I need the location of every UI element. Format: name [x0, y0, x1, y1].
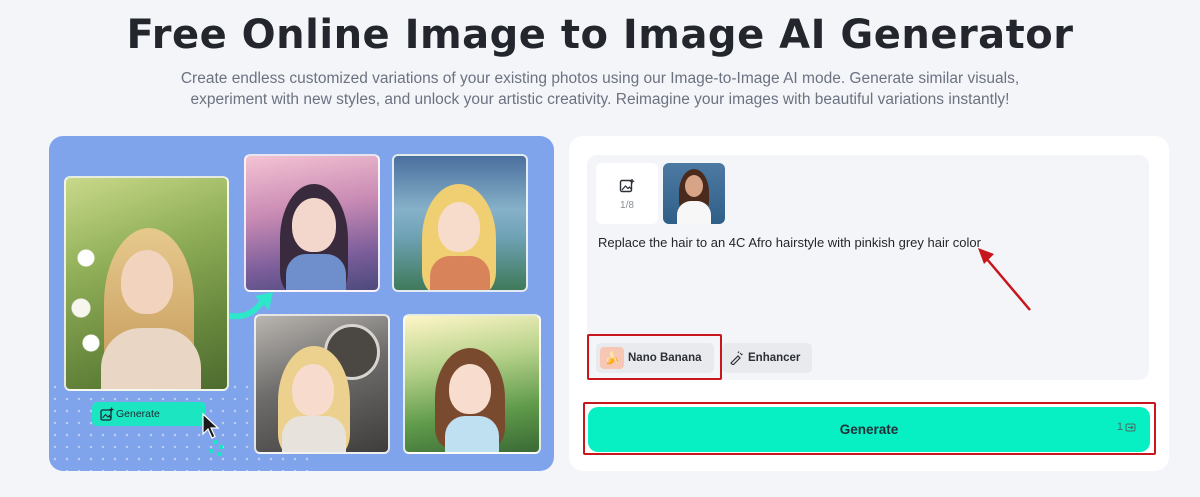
enhancer-chip-label: Enhancer	[748, 352, 801, 364]
showcase-panel: Generate	[49, 136, 554, 471]
enhancer-icon	[730, 351, 743, 365]
prompt-input[interactable]: Replace the hair to an 4C Afro hairstyle…	[598, 235, 981, 250]
result-image-2	[392, 154, 528, 292]
image-upload-icon	[619, 179, 635, 193]
page-subtitle: Create endless customized variations of …	[180, 70, 1020, 108]
demo-generate-label: Generate	[116, 408, 160, 420]
model-highlight-box	[587, 334, 722, 380]
result-image-1	[244, 154, 380, 292]
generate-highlight-box	[583, 402, 1156, 455]
source-image	[64, 176, 229, 391]
result-image-4	[403, 314, 541, 454]
cursor-icon	[202, 412, 223, 456]
page-title: Free Online Image to Image AI Generator	[126, 12, 1074, 58]
upload-image-button[interactable]: 1/8	[596, 163, 658, 224]
image-add-icon	[100, 407, 114, 421]
red-annotation-arrow-icon	[978, 248, 1031, 311]
enhancer-chip[interactable]: Enhancer	[722, 343, 812, 373]
result-image-3	[254, 314, 390, 454]
uploaded-image-thumbnail[interactable]	[663, 163, 725, 224]
upload-count: 1/8	[620, 200, 634, 211]
demo-generate-button: Generate	[92, 402, 206, 426]
